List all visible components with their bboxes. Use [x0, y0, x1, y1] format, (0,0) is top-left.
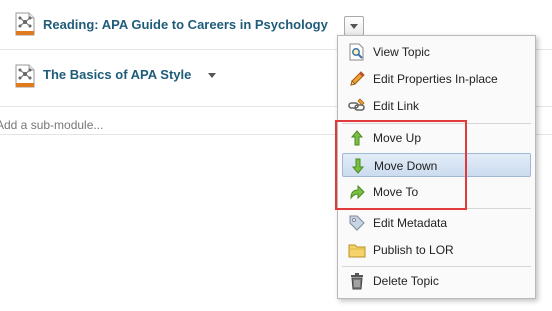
menu-item-label: Edit Metadata: [373, 216, 448, 230]
link-topic-icon: [15, 64, 35, 88]
menu-divider: [342, 266, 531, 267]
highlight-box: [335, 120, 467, 210]
add-submodule-input[interactable]: Add a sub-module...: [0, 118, 103, 132]
menu-item-edit-properties[interactable]: Edit Properties In-place: [342, 67, 531, 91]
folder-icon: [348, 241, 366, 259]
menu-item-label: Publish to LOR: [373, 243, 454, 257]
menu-item-view-topic[interactable]: View Topic: [342, 40, 531, 64]
trash-icon: [348, 272, 366, 290]
menu-item-label: Delete Topic: [373, 274, 439, 288]
menu-item-delete-topic[interactable]: Delete Topic: [342, 269, 531, 293]
pencil-icon: [348, 70, 366, 88]
menu-item-label: Edit Properties In-place: [373, 72, 498, 86]
topic-title-link[interactable]: Reading: APA Guide to Careers in Psychol…: [43, 17, 328, 32]
chevron-down-icon: [350, 24, 358, 29]
link-topic-icon: [15, 12, 35, 36]
topic-title-link[interactable]: The Basics of APA Style: [43, 67, 191, 82]
view-topic-icon: [348, 43, 366, 61]
menu-item-edit-link[interactable]: Edit Link: [342, 94, 531, 118]
context-menu-button[interactable]: [344, 16, 364, 36]
tag-icon: [348, 214, 366, 232]
chevron-down-icon[interactable]: [208, 73, 216, 78]
link-icon: [348, 97, 366, 115]
menu-item-edit-metadata[interactable]: Edit Metadata: [342, 211, 531, 235]
menu-item-publish-lor[interactable]: Publish to LOR: [342, 238, 531, 262]
menu-item-label: Edit Link: [373, 99, 420, 113]
course-content-page: Reading: APA Guide to Careers in Psychol…: [0, 0, 552, 311]
menu-item-label: View Topic: [373, 45, 430, 59]
